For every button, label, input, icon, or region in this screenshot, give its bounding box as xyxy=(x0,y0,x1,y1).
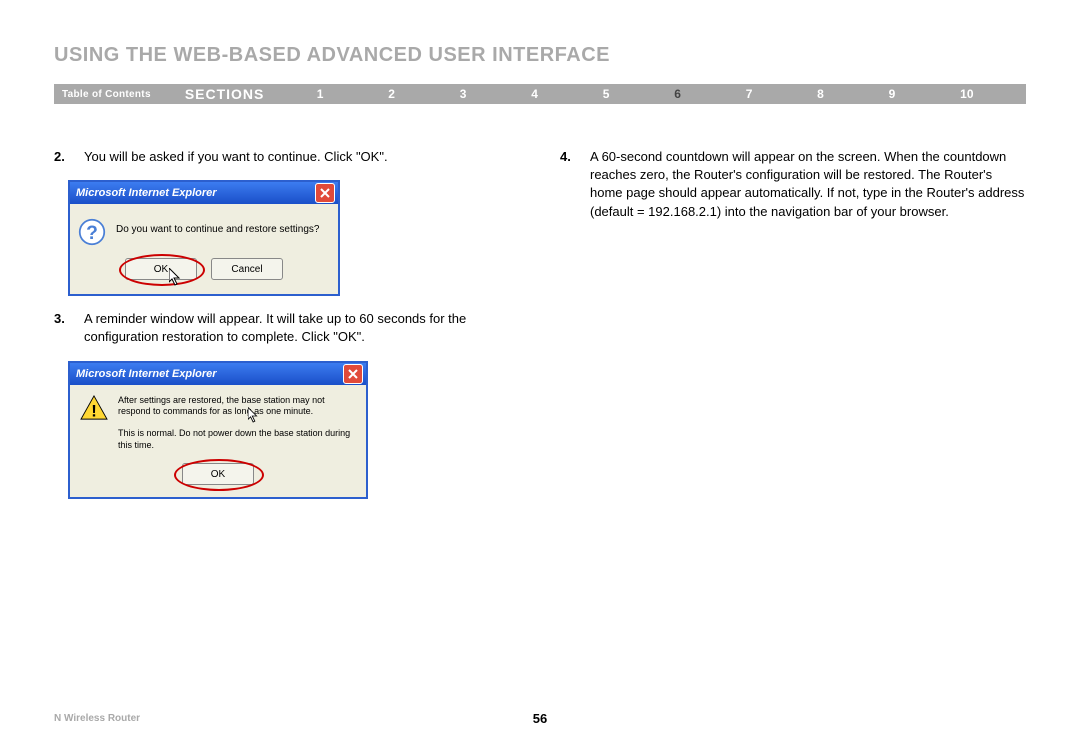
nav-section-6[interactable]: 6 xyxy=(674,87,681,101)
cursor-icon xyxy=(169,268,183,288)
dialog-message-line2: This is normal. Do not power down the ba… xyxy=(118,428,356,451)
step-2: 2. You will be asked if you want to cont… xyxy=(54,148,520,166)
footer-page-number: 56 xyxy=(533,711,547,726)
nav-section-4[interactable]: 4 xyxy=(531,87,538,101)
ok-button[interactable]: OK xyxy=(182,463,254,485)
svg-text:!: ! xyxy=(91,401,97,420)
close-icon[interactable] xyxy=(343,364,363,384)
page-title: USING THE WEB-BASED ADVANCED USER INTERF… xyxy=(54,44,610,67)
dialog-title-bar: Microsoft Internet Explorer xyxy=(70,182,338,204)
dialog-title-text: Microsoft Internet Explorer xyxy=(76,368,343,380)
dialog-message: Do you want to continue and restore sett… xyxy=(116,218,319,246)
right-column: 4. A 60-second countdown will appear on … xyxy=(560,148,1026,499)
step-number: 2. xyxy=(54,148,84,166)
nav-section-5[interactable]: 5 xyxy=(603,87,610,101)
nav-toc-link[interactable]: Table of Contents xyxy=(54,89,151,100)
page-footer: N Wireless Router 56 xyxy=(54,713,1026,724)
nav-section-3[interactable]: 3 xyxy=(460,87,467,101)
step-text: A reminder window will appear. It will t… xyxy=(84,310,520,346)
nav-section-9[interactable]: 9 xyxy=(889,87,896,101)
nav-section-1[interactable]: 1 xyxy=(317,87,324,101)
footer-product-name: N Wireless Router xyxy=(54,713,140,724)
question-icon: ? xyxy=(78,218,106,246)
ok-button[interactable]: OK xyxy=(125,258,197,280)
cancel-button[interactable]: Cancel xyxy=(211,258,283,280)
left-column: 2. You will be asked if you want to cont… xyxy=(54,148,520,499)
step-text: A 60-second countdown will appear on the… xyxy=(590,148,1026,221)
step-3: 3. A reminder window will appear. It wil… xyxy=(54,310,520,346)
confirm-dialog: Microsoft Internet Explorer ? Do you wan… xyxy=(68,180,340,296)
nav-section-10[interactable]: 10 xyxy=(960,87,973,101)
close-icon[interactable] xyxy=(315,183,335,203)
step-text: You will be asked if you want to continu… xyxy=(84,148,520,166)
dialog-title-text: Microsoft Internet Explorer xyxy=(76,187,315,199)
reminder-dialog: Microsoft Internet Explorer ! After sett… xyxy=(68,361,368,500)
dialog-message-line1: After settings are restored, the base st… xyxy=(118,395,356,418)
nav-section-7[interactable]: 7 xyxy=(746,87,753,101)
step-4: 4. A 60-second countdown will appear on … xyxy=(560,148,1026,221)
step-number: 3. xyxy=(54,310,84,346)
warning-icon: ! xyxy=(80,395,108,421)
section-nav-bar: Table of Contents SECTIONS 1 2 3 4 5 6 7 8 9 10 xyxy=(54,84,1026,104)
nav-section-8[interactable]: 8 xyxy=(817,87,824,101)
nav-section-2[interactable]: 2 xyxy=(388,87,395,101)
nav-sections-label: SECTIONS xyxy=(185,86,265,102)
dialog-title-bar: Microsoft Internet Explorer xyxy=(70,363,366,385)
step-number: 4. xyxy=(560,148,590,221)
cursor-icon xyxy=(248,407,260,425)
svg-text:?: ? xyxy=(86,223,98,244)
